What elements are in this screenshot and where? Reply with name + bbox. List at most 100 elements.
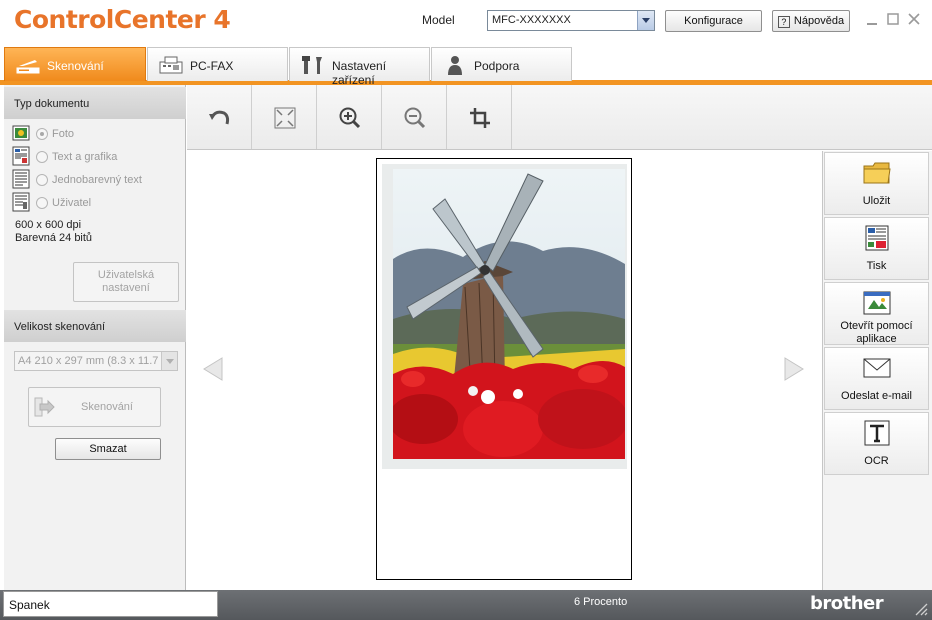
save-button[interactable]: Uložit [824, 152, 929, 215]
radio-button[interactable] [36, 174, 48, 186]
rotate-button[interactable] [187, 85, 252, 149]
fit-window-icon [274, 107, 296, 129]
send-email-label: Odeslat e-mail [841, 390, 912, 402]
user-settings-label-2: nastavení [102, 282, 150, 294]
doc-type-text-graphics[interactable]: Text a grafika [12, 146, 182, 166]
print-button[interactable]: Tisk [824, 217, 929, 280]
tab-device-settings[interactable]: Nastavení zařízení [289, 47, 430, 87]
tab-scan[interactable]: Skenování [4, 47, 146, 81]
zoom-level-text: 6 Procento [574, 596, 628, 608]
close-button[interactable] [907, 12, 921, 26]
model-select[interactable]: MFC-XXXXXXX [487, 10, 655, 31]
scanner-icon [16, 60, 40, 74]
save-button-label: Uložit [862, 195, 891, 207]
previous-page-arrow-icon[interactable] [202, 356, 224, 382]
open-with-application-button[interactable]: Otevřít pomocí aplikace [824, 282, 929, 345]
resolution-text: 600 x 600 dpi [15, 219, 82, 231]
image-toolbar [187, 85, 932, 150]
scan-area[interactable] [382, 164, 627, 469]
zoom-in-icon [339, 107, 361, 129]
device-status-field: Spanek [3, 591, 218, 617]
scan-button-label: Skenování [81, 401, 133, 413]
scan-size-value: A4 210 x 297 mm (8.3 x 11.7 [18, 355, 159, 367]
zoom-out-icon [404, 107, 426, 129]
app-title-version: 4 [213, 5, 231, 34]
scan-button[interactable]: Skenování [28, 387, 161, 427]
tab-pc-fax[interactable]: PC-FAX [147, 47, 288, 81]
help-button-label: Nápověda [793, 15, 845, 27]
tools-icon [302, 56, 322, 74]
custom-document-icon [12, 192, 30, 212]
doc-type-label: Uživatel [52, 197, 92, 209]
app-title-text: ControlCenter [14, 5, 206, 34]
ocr-button[interactable]: OCR [824, 412, 929, 475]
minimize-button[interactable] [865, 12, 879, 26]
radio-button[interactable] [36, 197, 48, 209]
model-label: Model [422, 13, 455, 27]
application-window-icon [863, 291, 891, 315]
maximize-icon [887, 13, 899, 25]
status-bar: Spanek 6 Procento brother [0, 590, 932, 620]
crop-button[interactable] [447, 85, 512, 149]
radio-button[interactable] [36, 128, 48, 140]
text-document-icon [12, 169, 30, 189]
doc-type-label: Foto [52, 128, 75, 140]
doc-type-monochrome-text[interactable]: Jednobarevný text [12, 169, 182, 189]
title-bar: ControlCenter 4 Model MFC-XXXXXXX Konfig… [0, 0, 932, 44]
doc-type-user[interactable]: Uživatel [12, 192, 182, 212]
document-type-header: Typ dokumentu [4, 87, 186, 119]
resize-grip-icon[interactable] [912, 600, 928, 616]
close-icon [908, 13, 920, 25]
person-icon [448, 56, 462, 75]
rotate-icon [209, 110, 230, 125]
scan-size-select[interactable]: A4 210 x 297 mm (8.3 x 11.7 [14, 351, 178, 371]
ocr-button-label: OCR [864, 455, 889, 467]
print-document-icon [865, 225, 889, 251]
zoom-out-button[interactable] [382, 85, 447, 149]
clear-button[interactable]: Smazat [55, 438, 161, 460]
tab-label: Nastavení zařízení [332, 59, 387, 87]
ocr-text-icon [864, 420, 890, 446]
scan-settings-panel: Typ dokumentu Foto Text a grafika Jednob… [4, 85, 186, 590]
send-email-button[interactable]: Odeslat e-mail [824, 347, 929, 410]
action-panel: Uložit Tisk Otevřít pomocí aplikace Odes… [822, 151, 932, 590]
scan-preview-area [187, 151, 822, 590]
app-title: ControlCenter 4 [14, 5, 231, 34]
tab-label: Podpora [474, 59, 520, 73]
tab-label: Skenování [47, 59, 104, 73]
user-settings-button[interactable]: Uživatelská nastavení [73, 262, 179, 302]
minimize-icon [867, 23, 877, 25]
zoom-in-button[interactable] [317, 85, 382, 149]
help-icon: ? [777, 16, 790, 28]
fax-icon [159, 56, 183, 74]
scan-arrow-icon [34, 397, 55, 417]
folder-icon [863, 162, 891, 184]
crop-icon [470, 108, 490, 128]
doc-type-photo[interactable]: Foto [12, 123, 182, 143]
color-depth-text: Barevná 24 bitů [15, 232, 93, 244]
radio-button[interactable] [36, 151, 48, 163]
configuration-button[interactable]: Konfigurace [665, 10, 762, 32]
scanned-windmill-image [393, 169, 625, 459]
doc-type-label: Text a grafika [52, 151, 118, 163]
chevron-down-icon[interactable] [637, 11, 654, 30]
model-select-value: MFC-XXXXXXX [492, 14, 571, 26]
maximize-button[interactable] [886, 12, 900, 26]
envelope-icon [863, 358, 891, 378]
print-button-label: Tisk [866, 260, 887, 272]
brand-logo: brother [810, 593, 884, 614]
text-graphics-icon [12, 146, 30, 166]
user-settings-label-1: Uživatelská [97, 269, 155, 281]
tab-label: PC-FAX [190, 59, 234, 73]
fit-to-window-button[interactable] [252, 85, 317, 149]
help-button[interactable]: ? Nápověda [772, 10, 850, 32]
tab-bar: Skenování PC-FAX Nastavení zařízení Podp… [0, 44, 932, 87]
doc-type-label: Jednobarevný text [52, 174, 142, 186]
scanned-page [376, 158, 632, 580]
photo-icon [12, 125, 30, 141]
open-with-application-label: Otevřít pomocí aplikace [840, 320, 913, 345]
next-page-arrow-icon[interactable] [783, 356, 805, 382]
tab-support[interactable]: Podpora [431, 47, 572, 81]
scan-size-header: Velikost skenování [4, 310, 186, 342]
chevron-down-icon[interactable] [161, 352, 177, 370]
